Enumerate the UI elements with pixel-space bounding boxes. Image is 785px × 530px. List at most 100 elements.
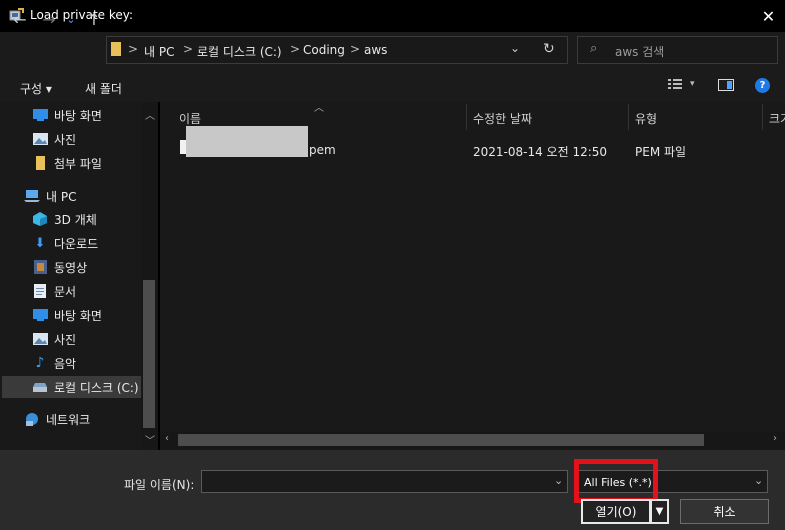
nav-item-attachments[interactable]: 첨부 파일 [32,152,102,174]
column-header-type[interactable]: 유형 [635,110,657,127]
nav-item-downloads[interactable]: ⬇ 다운로드 [32,232,99,254]
column-divider[interactable] [628,104,629,130]
filter-dropdown-icon[interactable]: ⌄ [754,474,763,487]
breadcrumb-local-disk[interactable]: 로컬 디스크 (C:) [197,43,282,60]
nav-item-label: 바탕 화면 [54,108,102,123]
nav-item-pictures[interactable]: 사진 [32,328,76,350]
nav-scroll-up-icon[interactable]: ︿ [145,107,155,122]
nav-item-label: 사진 [54,332,77,347]
breadcrumb-separator: > [183,42,194,56]
sort-ascending-icon: ︿ [314,103,324,114]
pictures-icon [32,332,48,346]
nav-item-label: 내 PC [46,189,77,204]
new-folder-button[interactable]: 새 폴더 [85,80,122,97]
organize-button[interactable]: 구성 ▾ [20,80,52,97]
annotation-highlight-box [574,459,658,503]
help-button[interactable]: ? [755,78,770,93]
music-icon: ♪ [35,355,45,371]
column-header-size[interactable]: 크기 [769,110,785,127]
caret-down-icon: ▼ [655,506,664,517]
nav-scroll-down-icon[interactable]: ﹀ [145,432,155,447]
back-button[interactable]: ← [9,8,31,30]
nav-item-music[interactable]: ♪ 음악 [32,352,77,374]
column-header-name[interactable]: 이름 [179,110,201,127]
nav-item-local-disk[interactable]: 로컬 디스크 (C:) [32,376,139,398]
nav-item-label: 바탕 화면 [54,308,102,323]
forward-button[interactable]: → [38,8,60,30]
nav-item-label: 음악 [54,356,77,371]
filename-input[interactable] [201,470,568,493]
nav-item-desktop[interactable]: 바탕 화면 [32,304,102,326]
close-icon: ✕ [761,6,776,26]
nav-item-3d-objects[interactable]: 3D 개체 [32,208,97,230]
view-dropdown-icon[interactable]: ▾ [690,79,695,89]
nav-item-my-pc[interactable]: 내 PC [24,185,76,207]
view-options-button[interactable] [668,78,682,90]
chevron-down-icon: ⌄ [66,12,76,26]
breadcrumb-coding[interactable]: Coding [303,43,345,57]
nav-item-network[interactable]: 네트워크 [24,408,90,430]
drive-icon [32,380,48,394]
forward-arrow-icon: → [42,9,56,29]
file-date: 2021-08-14 오전 12:50 [473,145,608,159]
back-arrow-icon: ← [13,9,27,29]
download-icon: ⬇ [34,235,46,251]
chevron-down-icon: ⌄ [510,41,521,55]
nav-scroll-thumb[interactable] [143,280,155,428]
videos-icon [32,260,48,274]
search-icon: ⌕ [590,41,598,56]
search-placeholder: aws 검색 [615,45,665,59]
nav-item-label: 3D 개체 [54,212,97,227]
pictures-icon [32,132,48,146]
preview-pane-button[interactable] [718,79,734,91]
pc-icon [24,189,40,203]
up-button[interactable]: ↑ [83,8,105,30]
nav-item-label: 문서 [54,284,77,299]
help-icon: ? [759,80,766,91]
open-button[interactable]: 열기(O) [581,499,651,524]
redacted-filename [186,126,308,157]
nav-item-label: 로컬 디스크 (C:) [54,380,139,395]
search-box[interactable] [577,36,778,64]
file-name-suffix: pem [309,143,336,157]
column-header-date[interactable]: 수정한 날짜 [473,110,532,127]
up-arrow-icon: ↑ [87,9,101,29]
nav-item-label: 다운로드 [54,236,99,251]
file-type: PEM 파일 [635,145,687,159]
folder-icon [111,42,121,56]
breadcrumb-my-pc[interactable]: 내 PC [144,43,174,60]
breadcrumb-separator: > [128,42,139,56]
recent-locations-button[interactable]: ⌄ [63,8,79,30]
documents-icon [32,284,48,298]
open-options-button[interactable]: ▼ [651,499,669,524]
horizontal-scroll-thumb[interactable] [178,434,704,446]
network-icon [24,412,40,426]
nav-item-documents[interactable]: 문서 [32,280,76,302]
address-dropdown-button[interactable]: ⌄ [510,41,520,55]
desktop-icon [32,108,48,122]
filename-dropdown-icon[interactable]: ⌄ [554,474,563,487]
nav-item-label: 사진 [54,132,77,147]
cancel-button[interactable]: 취소 [680,499,769,524]
nav-item-videos[interactable]: 동영상 [32,256,87,278]
3d-objects-icon [32,212,48,226]
refresh-icon: ↻ [543,41,555,57]
breadcrumb-separator: > [290,42,301,56]
nav-item-label: 동영상 [54,260,88,275]
breadcrumb-aws[interactable]: aws [364,43,387,57]
nav-item-pictures-quick[interactable]: 사진 [32,128,76,150]
nav-item-desktop-quick[interactable]: 바탕 화면 [32,104,102,126]
desktop-icon [32,308,48,322]
refresh-button[interactable]: ↻ [543,41,555,57]
scroll-right-icon[interactable]: › [773,433,777,444]
preview-pane-icon [727,81,732,89]
filename-label: 파일 이름(N): [124,478,195,492]
column-divider[interactable] [466,104,467,130]
breadcrumb-separator: > [350,42,361,56]
folder-icon [32,156,48,170]
column-divider[interactable] [762,104,763,130]
list-view-icon [668,79,682,89]
nav-item-label: 네트워크 [46,412,91,427]
scroll-left-icon[interactable]: ‹ [165,433,169,444]
close-button[interactable]: ✕ [752,0,785,32]
